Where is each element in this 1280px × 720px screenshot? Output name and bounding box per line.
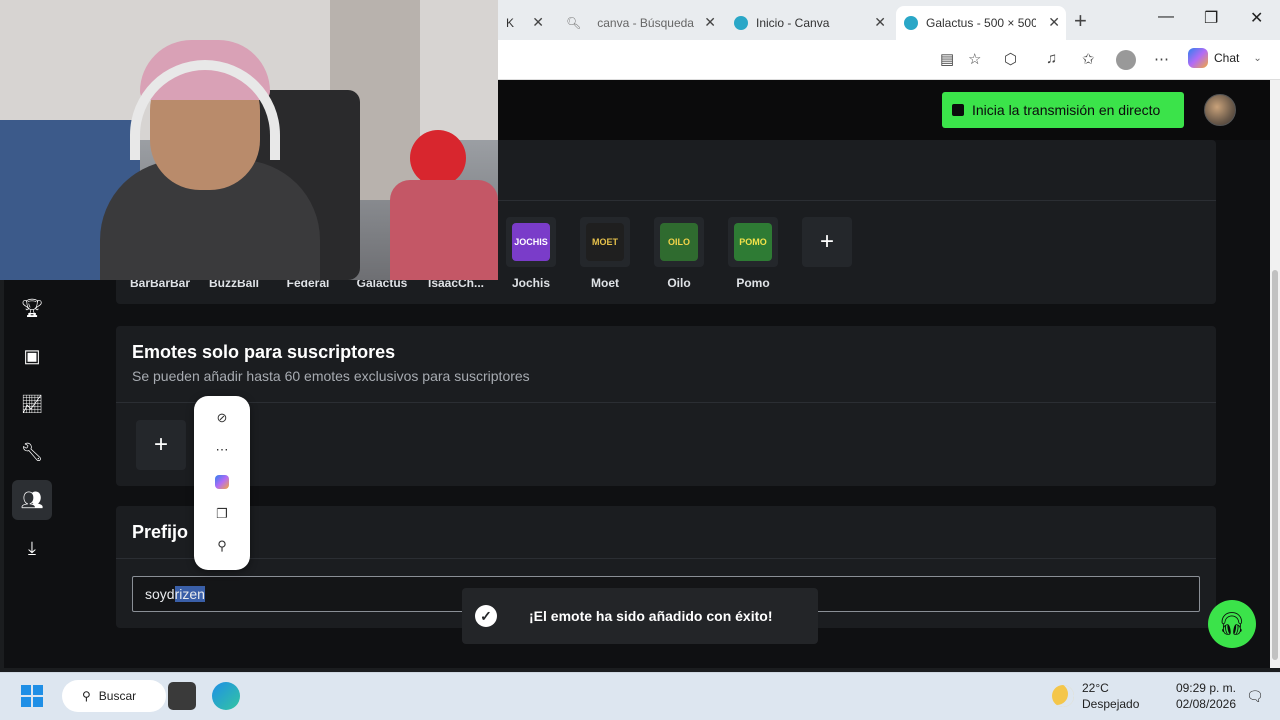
emote-label: Oilo (667, 276, 691, 290)
system-clock[interactable]: 09:29 p. m. 02/08/2026 (1170, 680, 1236, 712)
section-subtitle: Se pueden añadir hasta 60 emotes exclusi… (132, 368, 530, 384)
wrench-icon[interactable]: 🔧︎ (12, 432, 52, 472)
reading-view-icon[interactable]: ▤ (940, 50, 954, 68)
emote-jochis[interactable]: JOCHIS (506, 217, 556, 267)
emote-image: POMO (734, 223, 772, 261)
tab-k[interactable]: K ✕ (498, 6, 550, 40)
add-emote-button[interactable]: + (802, 217, 852, 267)
edge-browser-icon[interactable] (212, 682, 240, 710)
more-icon[interactable]: ⋯ (212, 440, 232, 460)
tab-canva-search[interactable]: 🔍︎ canva - Búsqueda ✕ (558, 6, 722, 40)
moon-icon (1052, 685, 1074, 707)
search-icon: ⚲ (82, 689, 91, 703)
emote-label: Jochis (511, 276, 550, 290)
close-window-icon[interactable]: ✕ (1250, 8, 1263, 28)
clock-date: 02/08/2026 (1175, 697, 1236, 711)
community-icon[interactable]: 👥︎ (12, 480, 52, 520)
close-tab-icon[interactable]: ✕ (704, 14, 716, 31)
webcam-figure-mask (410, 130, 466, 186)
webcam-figure-shirt (390, 180, 498, 280)
new-tab-icon[interactable]: + (1074, 8, 1087, 34)
copilot-icon (1188, 48, 1208, 68)
search-icon: 🔍︎ (566, 16, 582, 30)
copilot-label: Chat (1214, 51, 1240, 65)
emote-pomo[interactable]: POMO (728, 217, 778, 267)
analytics-icon[interactable]: 📈︎ (12, 384, 52, 424)
kick-icon (952, 104, 964, 116)
close-tab-icon[interactable]: ✕ (532, 14, 544, 31)
profile-icon[interactable] (1116, 50, 1136, 70)
toast-message: ¡El emote ha sido añadido con éxito! (529, 608, 773, 624)
weather-desc: Despejado (1082, 697, 1140, 711)
favorite-star-icon[interactable]: ☆ (968, 50, 981, 68)
prefix-title: Prefijo (132, 522, 189, 542)
copilot-chat-button[interactable]: Chat ⌄ (1188, 48, 1262, 68)
go-live-label: Inicia la transmisión en directo (972, 102, 1161, 118)
media-icon[interactable]: ♫ (1046, 50, 1057, 67)
plus-icon: + (819, 228, 834, 255)
weather-temp: 22°C (1082, 681, 1109, 695)
restore-icon[interactable]: ❐ (1204, 8, 1218, 28)
emote-image: JOCHIS (512, 223, 550, 261)
emote-oilo[interactable]: OILO (654, 217, 704, 267)
emote-label: Moet (591, 276, 619, 290)
prefix-value-selected: rizen (174, 586, 205, 602)
plus-icon: + (153, 431, 168, 458)
weather-widget[interactable]: 22°C Despejado (1052, 680, 1139, 712)
taskbar-search[interactable]: ⚲ Buscar (62, 680, 166, 712)
download-icon[interactable]: ⤓ (12, 528, 52, 568)
more-icon[interactable]: ⋯ (1154, 50, 1169, 68)
emote-image: MOET (586, 223, 624, 261)
close-tab-icon[interactable]: ✕ (874, 14, 886, 31)
clock-time: 09:29 p. m. (1175, 681, 1236, 695)
emote-label: Pomo (736, 276, 770, 290)
search-icon[interactable]: ⚲ (212, 536, 232, 556)
headset-icon: 🎧︎ (1218, 611, 1246, 636)
canva-icon (734, 16, 748, 30)
video-icon[interactable]: ▣ (12, 336, 52, 376)
scrollbar-thumb[interactable] (1272, 270, 1278, 660)
section-title: Emotes solo para suscriptores (132, 342, 396, 362)
emote-image: OILO (660, 223, 698, 261)
extensions-icon[interactable]: ⬡ (1004, 50, 1017, 68)
tab-title: Inicio - Canva (756, 16, 830, 30)
tab-title: K (506, 16, 515, 30)
check-icon: ✓ (475, 605, 497, 627)
favorites-icon[interactable]: ✩ (1082, 50, 1095, 68)
text-selection-menu: ⊘ ⋯ ❐ ⚲ (194, 396, 250, 570)
notification-icon[interactable]: 🗨︎ (1246, 688, 1264, 705)
canva-icon (904, 16, 918, 30)
eye-off-icon[interactable]: ⊘ (212, 408, 232, 428)
avatar[interactable] (1204, 94, 1236, 126)
chevron-down-icon: ⌄ (1253, 52, 1262, 64)
taskbar-search-label: Buscar (98, 689, 137, 703)
tab-galactus[interactable]: Galactus - 500 × 500 ✕ (896, 6, 1066, 40)
divider (116, 402, 1216, 403)
success-toast: ✓ ¡El emote ha sido añadido con éxito! (462, 588, 818, 644)
copy-icon[interactable]: ❐ (212, 504, 232, 524)
close-tab-icon[interactable]: ✕ (1048, 14, 1060, 31)
webcam-overlay (0, 0, 498, 280)
prefix-value: soyd (145, 586, 175, 602)
emote-moet[interactable]: MOET (580, 217, 630, 267)
minimize-icon[interactable]: — (1158, 8, 1174, 26)
trophy-icon[interactable]: 🏆︎ (12, 288, 52, 328)
support-button[interactable]: 🎧︎ (1208, 600, 1256, 648)
windows-start-icon[interactable] (21, 685, 43, 707)
tab-title: canva - Búsqueda (597, 16, 694, 30)
copilot-icon[interactable] (212, 472, 232, 492)
divider (116, 558, 1216, 559)
tab-inicio-canva[interactable]: Inicio - Canva ✕ (726, 6, 892, 40)
file-explorer-icon[interactable] (168, 682, 196, 710)
add-subscriber-emote-button[interactable]: + (136, 420, 186, 470)
tab-title: Galactus - 500 × 500 (926, 16, 1036, 30)
go-live-button[interactable]: Inicia la transmisión en directo (942, 92, 1184, 128)
